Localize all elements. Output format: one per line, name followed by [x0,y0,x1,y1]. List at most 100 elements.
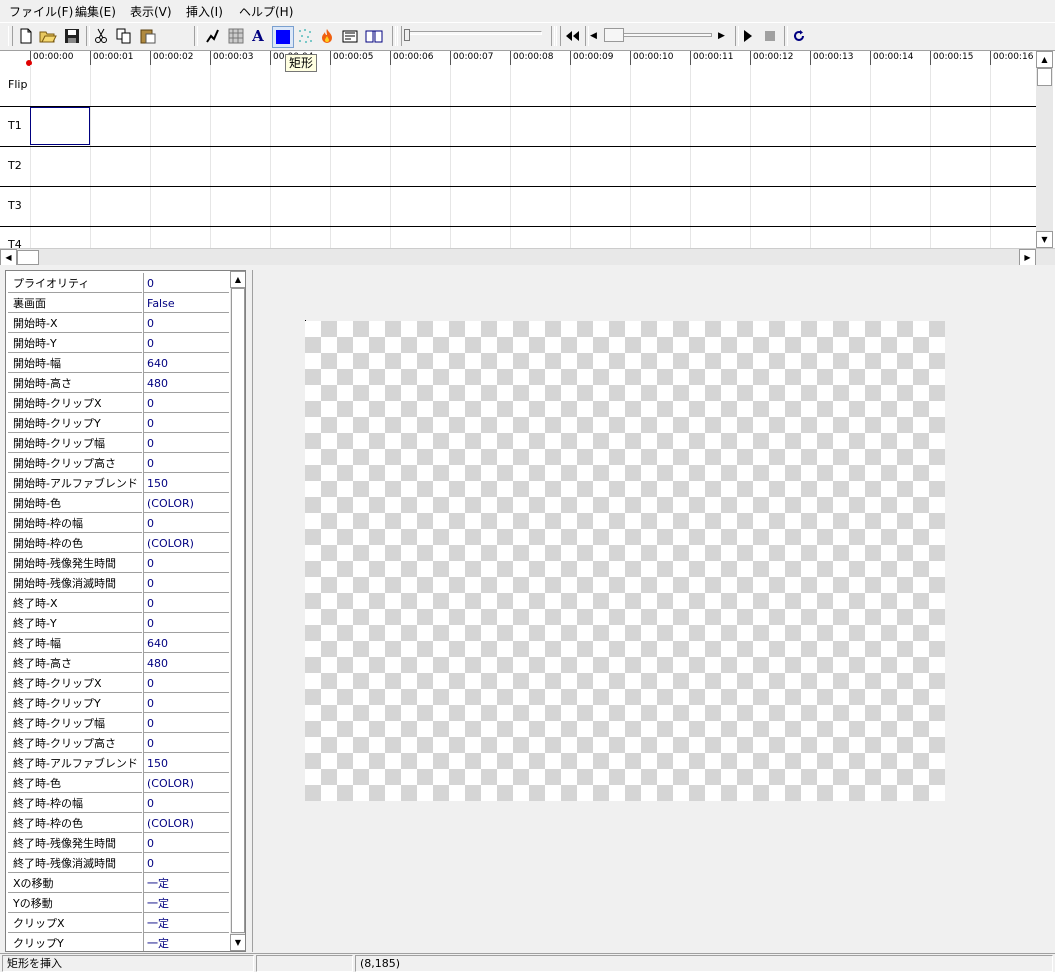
scrollbar-thumb[interactable] [1037,68,1052,86]
property-row[interactable]: 開始時-幅 640 [6,353,230,373]
property-value[interactable]: 0 [143,553,229,573]
fire-icon[interactable] [317,26,337,46]
property-row[interactable]: 終了時-幅 640 [6,633,230,653]
zoom-slider[interactable] [404,27,544,47]
property-value[interactable]: 0 [143,433,229,453]
scrollbar-thumb[interactable] [17,250,39,265]
zoom-slider-thumb[interactable] [404,29,410,41]
property-row[interactable]: 終了時-クリップX 0 [6,673,230,693]
scroll-down-icon[interactable]: ▼ [1036,231,1053,248]
selected-clip[interactable] [30,107,90,145]
rewind-icon[interactable] [562,26,582,46]
property-row[interactable]: 終了時-色 (COLOR) [6,773,230,793]
track-row-t4[interactable]: T4 [0,226,1036,251]
property-row[interactable]: 終了時-残像消滅時間 0 [6,853,230,873]
select-icon[interactable] [203,26,223,46]
property-row[interactable]: 開始時-枠の幅 0 [6,513,230,533]
property-value[interactable]: 0 [143,393,229,413]
image-icon[interactable] [340,26,360,46]
property-row[interactable]: 開始時-残像消滅時間 0 [6,573,230,593]
scrollbar-thumb[interactable] [231,288,245,933]
property-value[interactable]: (COLOR) [143,773,229,793]
timeline-horizontal-scrollbar[interactable]: ◀ ▶ [0,248,1055,266]
property-value[interactable]: 0 [143,853,229,873]
property-value[interactable]: 0 [143,513,229,533]
property-row[interactable]: 開始時-X 0 [6,313,230,333]
scroll-left-icon[interactable]: ◀ [0,249,17,266]
property-value[interactable]: 0 [143,833,229,853]
property-value[interactable]: False [143,293,229,313]
property-row[interactable]: 終了時-クリップ幅 0 [6,713,230,733]
menu-help[interactable]: ヘルプ(H) [239,3,293,20]
text-icon[interactable]: A [248,26,268,46]
menu-view[interactable]: 表示(V) [130,3,172,20]
property-value[interactable]: 0 [143,313,229,333]
property-row[interactable]: クリップX 一定 [6,913,230,933]
copy-icon[interactable] [114,26,134,46]
toolbar-grip[interactable] [8,26,13,46]
property-value[interactable]: 0 [143,413,229,433]
track-row-t3[interactable]: T3 [0,186,1036,227]
property-row[interactable]: 開始時-色 (COLOR) [6,493,230,513]
property-value[interactable]: 一定 [143,893,229,913]
seek-bar[interactable]: ◀ ▶ [590,27,730,47]
property-value[interactable]: 0 [143,453,229,473]
property-row[interactable]: 開始時-クリップ高さ 0 [6,453,230,473]
property-row[interactable]: 終了時-X 0 [6,593,230,613]
property-value[interactable]: 0 [143,613,229,633]
scroll-right-icon[interactable]: ▶ [1019,249,1036,266]
property-value[interactable]: (COLOR) [143,813,229,833]
property-value[interactable]: 0 [143,793,229,813]
property-row[interactable]: 開始時-残像発生時間 0 [6,553,230,573]
track-row-flip[interactable]: Flip [0,65,1036,107]
splitter[interactable] [0,265,1055,269]
menu-insert[interactable]: 挿入(I) [186,3,223,20]
property-row[interactable]: Xの移動 一定 [6,873,230,893]
property-value[interactable]: 480 [143,373,229,393]
open-folder-icon[interactable] [38,26,58,46]
step-forward-icon[interactable]: ▶ [718,30,728,42]
property-value[interactable]: 0 [143,673,229,693]
particle-icon[interactable] [295,26,315,46]
property-value[interactable]: 0 [143,713,229,733]
new-file-icon[interactable] [16,26,36,46]
property-row[interactable]: 終了時-枠の色 (COLOR) [6,813,230,833]
property-row[interactable]: 終了時-残像発生時間 0 [6,833,230,853]
toolbar-grip[interactable] [397,26,402,46]
property-row[interactable]: 終了時-高さ 480 [6,653,230,673]
step-back-icon[interactable]: ◀ [590,30,600,42]
property-row[interactable]: 開始時-クリップ幅 0 [6,433,230,453]
book-icon[interactable] [364,26,384,46]
seek-thumb[interactable] [604,28,624,42]
cut-icon[interactable] [91,26,111,46]
property-value[interactable]: 0 [143,333,229,353]
menu-file[interactable]: ファイル(F) [9,3,73,20]
property-row[interactable]: 裏画面 False [6,293,230,313]
property-value[interactable]: 0 [143,593,229,613]
grid-icon[interactable] [226,26,246,46]
track-row-t2[interactable]: T2 [0,146,1036,187]
scroll-down-icon[interactable]: ▼ [230,934,245,951]
property-row[interactable]: Yの移動 一定 [6,893,230,913]
stop-icon[interactable] [760,26,780,46]
property-value[interactable]: 480 [143,653,229,673]
property-scrollbar[interactable]: ▲ ▼ [230,271,245,951]
property-value[interactable]: 一定 [143,933,229,951]
menu-edit[interactable]: 編集(E) [75,3,116,20]
play-icon[interactable] [738,26,758,46]
property-row[interactable]: 開始時-高さ 480 [6,373,230,393]
property-value[interactable]: (COLOR) [143,533,229,553]
property-row[interactable]: 開始時-枠の色 (COLOR) [6,533,230,553]
property-value[interactable]: 一定 [143,913,229,933]
property-row[interactable]: プライオリティ 0 [6,273,230,293]
scroll-up-icon[interactable]: ▲ [1036,51,1053,68]
property-row[interactable]: 開始時-アルファブレンド 150 [6,473,230,493]
property-row[interactable]: 開始時-Y 0 [6,333,230,353]
property-row[interactable]: 終了時-クリップ高さ 0 [6,733,230,753]
property-row[interactable]: クリップY 一定 [6,933,230,951]
property-value[interactable]: 640 [143,633,229,653]
timeline-vertical-scrollbar[interactable]: ▲ ▼ [1036,51,1053,248]
track-row-t1[interactable]: T1 [0,106,1036,147]
property-row[interactable]: 開始時-クリップX 0 [6,393,230,413]
property-value[interactable]: 一定 [143,873,229,893]
